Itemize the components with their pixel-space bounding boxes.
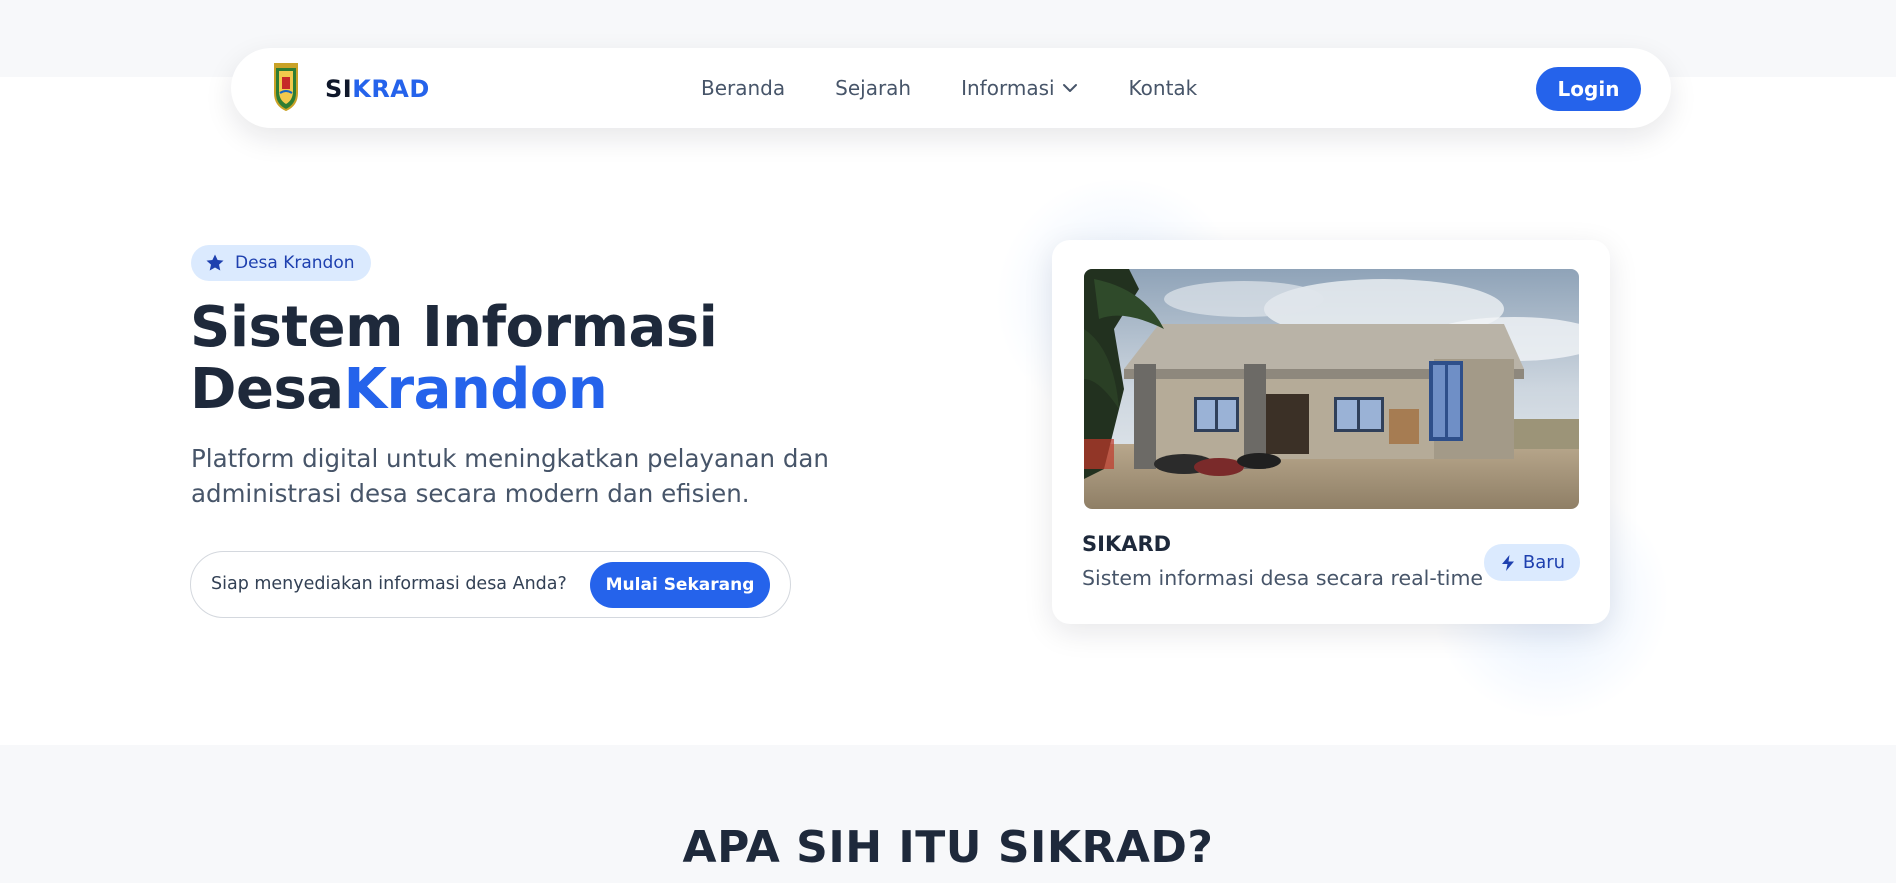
nav-links: Beranda Sejarah Informasi Kontak	[701, 76, 1247, 100]
card-description: Sistem informasi desa secara real-time	[1082, 566, 1484, 590]
nav-link-label: Beranda	[701, 76, 786, 100]
brand-prefix: SI	[325, 75, 353, 103]
start-now-button[interactable]: Mulai Sekarang	[590, 562, 770, 608]
feature-card: SIKARD Sistem informasi desa secara real…	[1052, 240, 1610, 624]
new-badge-label: Baru	[1522, 552, 1566, 573]
card-title: SIKARD	[1082, 532, 1172, 556]
cta-prompt: Siap menyediakan informasi desa Anda?	[211, 574, 567, 594]
nav-link-informasi[interactable]: Informasi	[961, 76, 1078, 100]
hero-badge-label: Desa Krandon	[235, 253, 355, 273]
hero-title-plain: Desa	[190, 357, 344, 422]
village-crest-logo[interactable]	[271, 63, 301, 111]
hero-subtitle: Platform digital untuk meningkatkan pela…	[191, 444, 829, 508]
bolt-icon	[1501, 554, 1514, 571]
nav-link-beranda[interactable]: Beranda	[701, 76, 785, 100]
cta-box: Siap menyediakan informasi desa Anda? Mu…	[190, 551, 791, 618]
nav-link-label: Sejarah	[835, 76, 912, 100]
nav-link-label: Informasi	[961, 76, 1055, 100]
nav-link-sejarah[interactable]: Sejarah	[835, 76, 911, 100]
new-badge: Baru	[1484, 544, 1580, 581]
nav-link-kontak[interactable]: Kontak	[1129, 76, 1198, 100]
hero-title-line1: Sistem Informasi	[190, 295, 718, 360]
star-icon	[206, 254, 224, 271]
hero-title: Sistem Informasi DesaKrandon	[190, 295, 718, 422]
hero-title-highlight: Krandon	[343, 357, 608, 422]
village-office-photo	[1084, 269, 1579, 509]
chevron-down-icon	[1062, 84, 1077, 92]
login-button[interactable]: Login	[1536, 67, 1641, 111]
about-section: APA SIH ITU SIKRAD?	[0, 745, 1896, 883]
about-section-title: APA SIH ITU SIKRAD?	[682, 822, 1214, 873]
navbar: SIKRAD Beranda Sejarah Informasi Kontak …	[231, 48, 1671, 128]
brand-name[interactable]: SIKRAD	[325, 75, 430, 103]
brand-suffix: KRAD	[352, 75, 430, 103]
hero-badge: Desa Krandon	[191, 245, 371, 281]
nav-link-label: Kontak	[1128, 76, 1198, 100]
